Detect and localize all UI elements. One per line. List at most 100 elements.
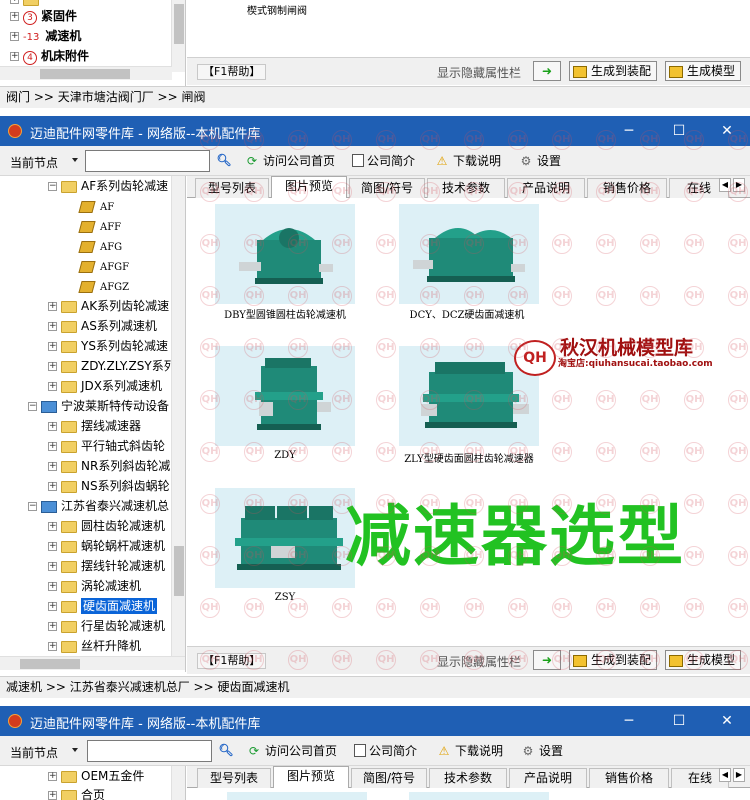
main-tree-vscroll[interactable] (171, 176, 185, 656)
expand-icon[interactable]: + (10, 52, 19, 61)
product-image-partial[interactable] (409, 792, 549, 800)
tree-item[interactable]: AF (66, 197, 114, 215)
tree-item[interactable]: AFGF (66, 257, 129, 275)
tab-sale-price[interactable]: 销售价格 (589, 768, 669, 788)
expand-icon[interactable]: + (10, 12, 19, 21)
tree-item[interactable]: + 摆线减速器 (48, 417, 141, 435)
bottom-toolbar: 当前节点 🔍︎ ⟳ 访问公司首页 公司简介 ⚠ 下载说明 ⚙ 设置 (0, 736, 750, 766)
scroll-thumb[interactable] (174, 546, 184, 596)
tree-item-hinge[interactable]: + 合页 (48, 786, 105, 800)
dropdown-arrow-icon[interactable] (72, 748, 78, 752)
tree-item[interactable]: + NR系列斜齿轮减 (48, 457, 170, 475)
expand-icon[interactable]: + (10, 32, 19, 41)
generate-assembly-button[interactable]: 生成到装配 (569, 61, 658, 81)
scroll-thumb[interactable] (20, 659, 80, 669)
watermark-mark: QH (288, 338, 308, 358)
expand-icon[interactable]: + (48, 622, 57, 631)
shop-url: 淘宝店:qiuhansucai.taobao.com (558, 359, 713, 369)
watermark-mark: QH (244, 494, 264, 514)
expand-icon[interactable]: − (48, 182, 57, 191)
expand-icon[interactable]: + (48, 542, 57, 551)
show-hidden-attr-label[interactable]: 显示隐藏属性栏 (437, 64, 521, 81)
tree-item[interactable]: + 圆柱齿轮减速机 (48, 517, 165, 535)
download-help-button[interactable]: ⚠ 下载说明 (436, 742, 503, 760)
tree-item[interactable]: + 平行轴式斜齿轮 (48, 437, 165, 455)
company-profile-button[interactable]: 公司简介 (352, 152, 415, 170)
expand-icon[interactable]: + (48, 442, 57, 451)
settings-button[interactable]: ⚙ 设置 (518, 152, 561, 170)
expand-icon[interactable]: + (48, 642, 57, 651)
expand-icon[interactable]: + (48, 602, 57, 611)
expand-icon[interactable]: − (28, 402, 37, 411)
top-tree-item-machine-accessories[interactable]: +4 机床附件 (10, 47, 89, 65)
expand-icon[interactable]: + (48, 482, 57, 491)
visit-homepage-button[interactable]: ⟳ 访问公司首页 (244, 152, 335, 170)
expand-icon[interactable]: + (48, 342, 57, 351)
tree-item[interactable]: − 江苏省泰兴减速机总 (28, 497, 169, 515)
tree-item[interactable]: + 丝杆升降机 (48, 637, 141, 655)
tree-item[interactable]: − AF系列齿轮减速 (48, 177, 168, 195)
top-tree-vscroll[interactable] (171, 0, 185, 72)
tree-item[interactable]: + YS系列齿轮减速 (48, 337, 168, 355)
tree-item[interactable]: + 涡轮减速机 (48, 577, 141, 595)
tree-item[interactable]: + 摆线针轮减速机 (48, 557, 165, 575)
tree-item[interactable]: + AS系列减速机 (48, 317, 157, 335)
expand-icon[interactable]: + (48, 462, 57, 471)
search-button[interactable]: 🔍︎ (218, 742, 237, 760)
download-help-button[interactable]: ⚠ 下载说明 (434, 152, 501, 170)
expand-icon[interactable]: + (10, 0, 19, 4)
dropdown-arrow-icon[interactable] (72, 158, 78, 162)
tree-item[interactable]: AFGZ (66, 277, 129, 295)
expand-icon[interactable]: + (48, 791, 57, 800)
arrow-right-button[interactable]: ➜ (533, 61, 561, 81)
expand-icon[interactable]: + (48, 382, 57, 391)
bottom-tree-vscroll[interactable] (171, 766, 185, 800)
settings-button[interactable]: ⚙ 设置 (520, 742, 563, 760)
tab-tech-params[interactable]: 技术参数 (429, 768, 507, 788)
tab-image-preview[interactable]: 图片预览 (273, 766, 349, 788)
close-button[interactable]: ✕ (712, 710, 742, 732)
tab-product-desc[interactable]: 产品说明 (509, 768, 587, 788)
expand-icon[interactable]: + (48, 772, 57, 781)
expand-icon[interactable]: − (28, 502, 37, 511)
tab-scroll-left-icon[interactable]: ◀ (719, 768, 731, 782)
visit-homepage-button[interactable]: ⟳ 访问公司首页 (246, 742, 337, 760)
tab-sketch-symbol[interactable]: 简图/符号 (351, 768, 427, 788)
expand-icon[interactable]: + (48, 362, 57, 371)
expand-icon[interactable]: + (48, 422, 57, 431)
scroll-thumb[interactable] (40, 69, 130, 79)
generate-model-button[interactable]: 生成模型 (665, 61, 742, 81)
expand-icon[interactable]: + (48, 302, 57, 311)
expand-icon[interactable]: + (48, 522, 57, 531)
scroll-thumb[interactable] (174, 4, 184, 44)
product-image-partial[interactable] (227, 792, 367, 800)
tree-item[interactable]: + NS系列斜齿蜗轮 (48, 477, 170, 495)
tree-item[interactable]: + 硬齿面减速机 (48, 597, 158, 615)
expand-icon[interactable]: + (48, 322, 57, 331)
search-input[interactable] (85, 150, 210, 172)
tab-model-list[interactable]: 型号列表 (197, 768, 271, 788)
expand-icon[interactable]: + (48, 582, 57, 591)
tree-item[interactable]: AFG (66, 237, 122, 255)
tree-item[interactable]: + ZDY.ZLY.ZSY系列 (48, 357, 176, 375)
tree-item[interactable]: + 行星齿轮减速机 (48, 617, 165, 635)
minimize-button[interactable]: ─ (614, 710, 644, 732)
main-tree-hscroll[interactable] (0, 656, 185, 670)
company-profile-button[interactable]: 公司简介 (354, 742, 417, 760)
tree-item[interactable]: + 蜗轮蜗杆减速机 (48, 537, 165, 555)
tree-item[interactable]: AFF (66, 217, 121, 235)
tab-scroll-right-icon[interactable]: ▶ (733, 768, 745, 782)
product-caption: DBY型圆锥圆柱齿轮减速机 (224, 310, 346, 321)
tree-item-oem-hardware[interactable]: + OEM五金件 (48, 767, 144, 785)
search-input[interactable] (87, 740, 212, 762)
tree-item[interactable]: + AK系列齿轮减速 (48, 297, 169, 315)
tree-item[interactable]: − 宁波莱斯特传动设备 (28, 397, 169, 415)
maximize-button[interactable]: ☐ (664, 710, 694, 732)
top-tree-item-fasteners[interactable]: +3 紧固件 (10, 7, 77, 25)
tree-item-label: 宁波莱斯特传动设备 (61, 399, 170, 413)
expand-icon[interactable]: + (48, 562, 57, 571)
top-tree-hscroll[interactable] (0, 66, 172, 80)
tree-item[interactable]: + JDX系列减速机 (48, 377, 162, 395)
search-button[interactable]: 🔍︎ (216, 152, 235, 170)
top-tree-item-reducer[interactable]: + -13 减速机 (10, 27, 81, 45)
